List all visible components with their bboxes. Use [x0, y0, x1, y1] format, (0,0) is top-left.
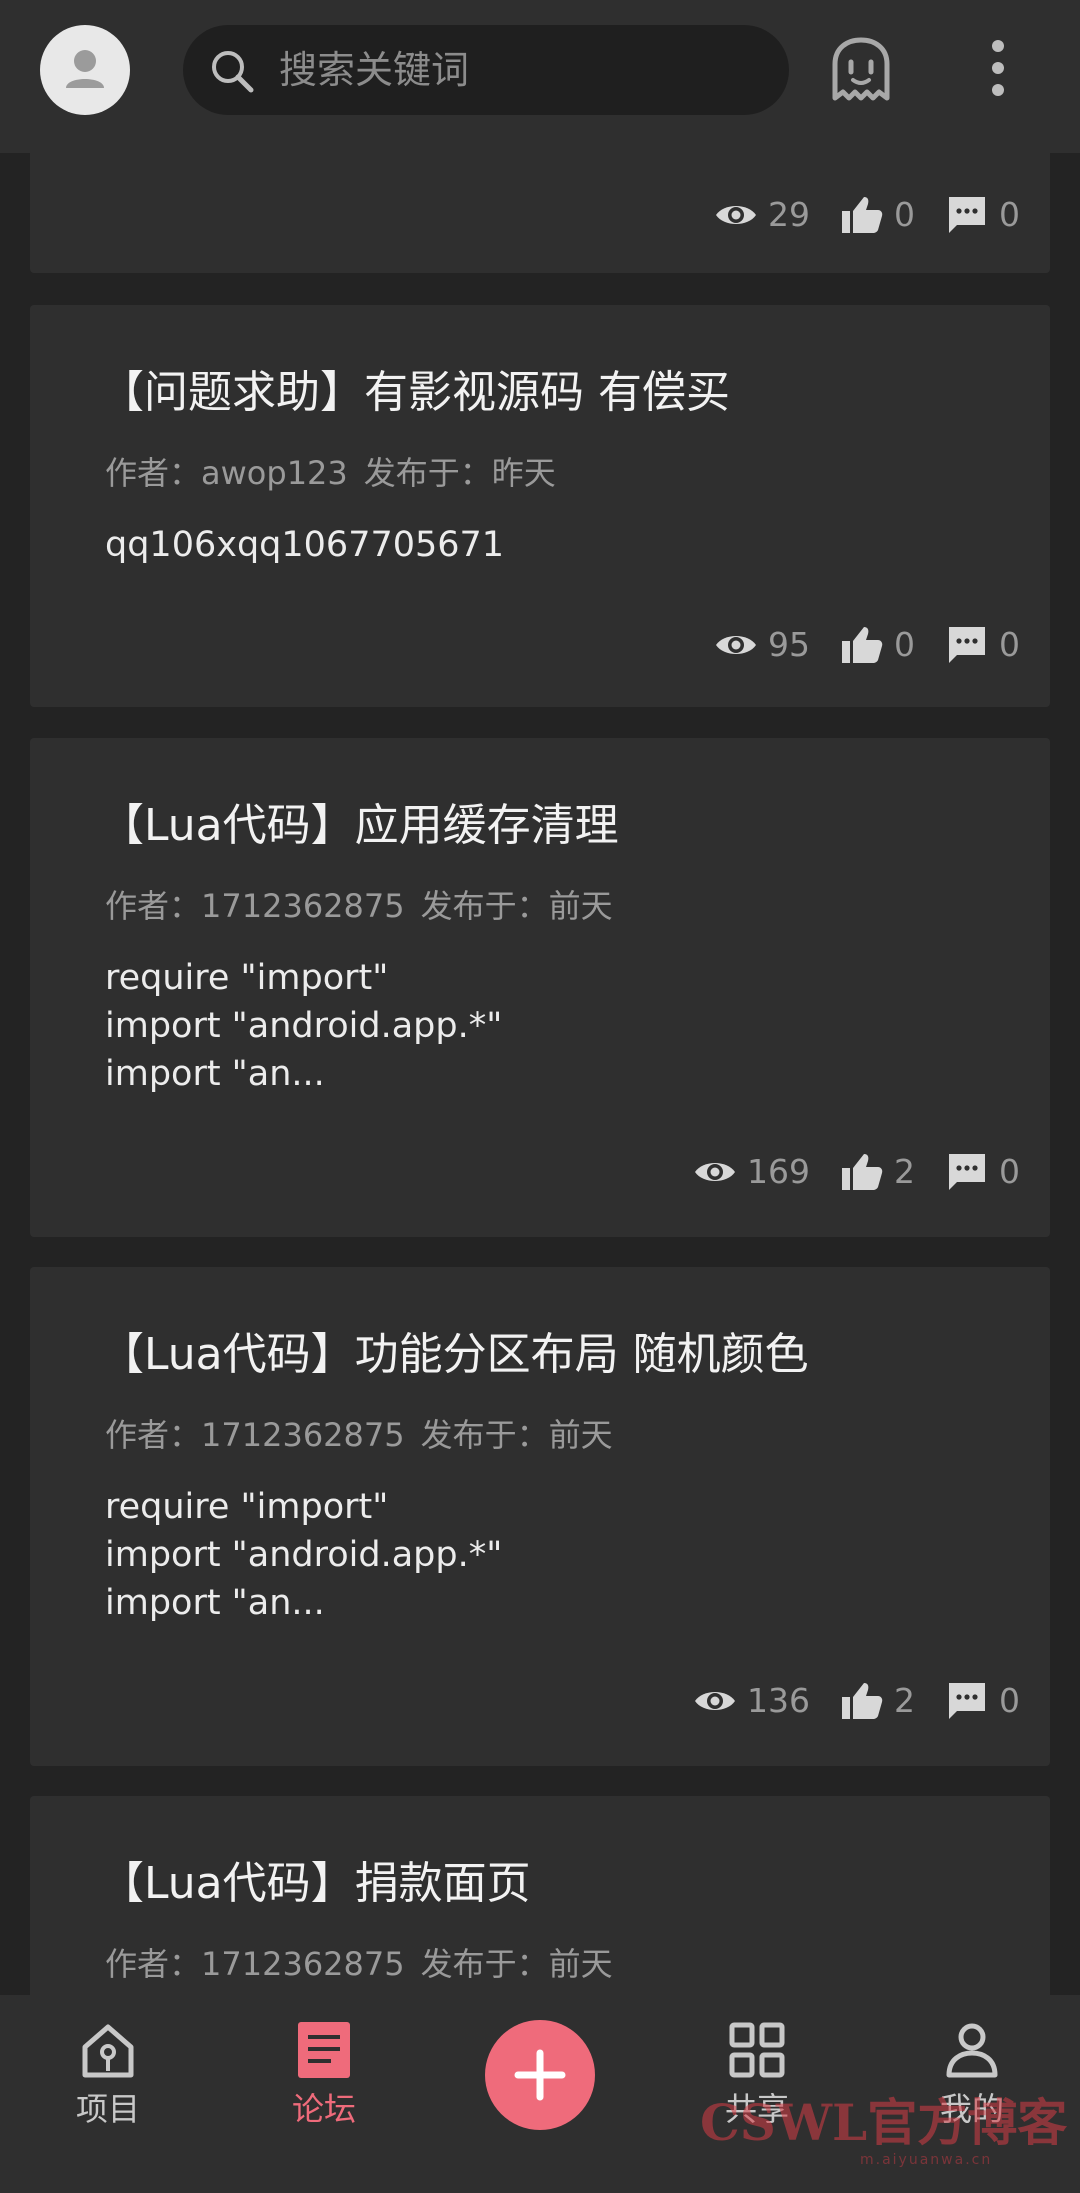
comments-count: 0	[999, 625, 1020, 664]
post-meta: 作者：1712362875 发布于：前天	[105, 1944, 613, 1984]
eye-icon	[716, 206, 756, 224]
post-author: 1712362875	[201, 1945, 405, 1983]
author-label: 作者：	[105, 887, 202, 925]
comment-icon	[949, 1683, 985, 1719]
likes-stat[interactable]: 2	[840, 1679, 915, 1723]
views-count: 169	[747, 1152, 810, 1191]
profile-icon	[946, 2023, 998, 2078]
post-date: 前天	[548, 1945, 613, 1983]
likes-count: 0	[894, 195, 915, 234]
eye-icon	[716, 636, 756, 654]
views-count: 29	[768, 195, 810, 234]
likes-stat[interactable]: 0	[840, 623, 915, 667]
search-icon	[212, 51, 254, 93]
plus-icon	[514, 2049, 566, 2101]
date-label: 发布于：	[420, 1416, 549, 1454]
post-stats: 169 2 0	[663, 1148, 1020, 1196]
post-card[interactable]: 29 0 0	[30, 153, 1050, 273]
thumb-up-icon	[842, 197, 883, 233]
post-card[interactable]: 【Lua代码】功能分区布局 随机颜色 作者：1712362875 发布于：前天 r…	[30, 1267, 1050, 1766]
post-stats: 95 0 0	[684, 621, 1020, 669]
comment-icon	[949, 1154, 985, 1190]
views-stat: 136	[693, 1679, 810, 1723]
ghost-icon[interactable]	[829, 36, 893, 102]
top-bar: 搜索关键词	[0, 0, 1080, 153]
post-date: 前天	[548, 887, 613, 925]
comments-stat[interactable]: 0	[945, 1679, 1020, 1723]
author-label: 作者：	[105, 1945, 202, 1983]
likes-stat[interactable]: 0	[840, 193, 915, 237]
post-excerpt: require "import" import "android.app.*" …	[105, 958, 503, 1094]
date-label: 发布于：	[420, 1945, 549, 1983]
likes-count: 0	[894, 625, 915, 664]
likes-stat[interactable]: 2	[840, 1150, 915, 1194]
thumb-up-icon	[842, 1154, 883, 1190]
watermark: CSWL官方博客	[700, 2093, 1068, 2152]
comment-icon	[949, 627, 985, 663]
post-title: 【Lua代码】应用缓存清理	[100, 800, 619, 851]
post-card[interactable]: 【问题求助】有影视源码 有偿买 作者：awop123 发布于：昨天 qq106xq…	[30, 305, 1050, 707]
avatar[interactable]	[40, 25, 130, 115]
likes-count: 2	[894, 1681, 915, 1720]
comment-icon	[949, 197, 985, 233]
post-excerpt: qq106xqq1067705671	[105, 525, 505, 565]
date-label: 发布于：	[420, 887, 549, 925]
user-icon	[66, 50, 104, 88]
post-title: 【问题求助】有影视源码 有偿买	[100, 367, 730, 418]
watermark-url: m.aiyuanwa.cn	[860, 2152, 993, 2168]
post-author: 1712362875	[201, 1416, 405, 1454]
views-stat: 95	[714, 623, 810, 667]
post-date: 昨天	[491, 454, 556, 492]
home-icon	[82, 2024, 134, 2078]
post-card[interactable]: 【Lua代码】应用缓存清理 作者：1712362875 发布于：前天 requir…	[30, 738, 1050, 1237]
post-title: 【Lua代码】捐款面页	[100, 1858, 531, 1909]
eye-icon	[695, 1163, 735, 1181]
comments-count: 0	[999, 1152, 1020, 1191]
nav-label: 项目	[75, 2090, 140, 2128]
post-author: 1712362875	[201, 887, 405, 925]
eye-icon	[695, 1692, 735, 1710]
post-date: 前天	[548, 1416, 613, 1454]
thumb-up-icon	[842, 627, 883, 663]
author-label: 作者：	[105, 454, 202, 492]
post-excerpt: require "import" import "android.app.*" …	[105, 1487, 503, 1623]
date-label: 发布于：	[363, 454, 492, 492]
add-post-button[interactable]	[485, 2020, 595, 2130]
post-author: awop123	[201, 454, 348, 492]
grid-icon	[729, 2022, 785, 2078]
comments-count: 0	[999, 195, 1020, 234]
thumb-up-icon	[842, 1683, 883, 1719]
search-bar[interactable]: 搜索关键词	[183, 25, 789, 115]
post-meta: 作者：awop123 发布于：昨天	[105, 453, 556, 493]
search-placeholder: 搜索关键词	[279, 48, 470, 92]
author-label: 作者：	[105, 1416, 202, 1454]
more-vert-icon[interactable]	[978, 38, 1018, 98]
views-count: 136	[747, 1681, 810, 1720]
comments-stat[interactable]: 0	[945, 1150, 1020, 1194]
post-stats: 136 2 0	[663, 1677, 1020, 1725]
post-card[interactable]: 【Lua代码】捐款面页 作者：1712362875 发布于：前天	[30, 1796, 1050, 1995]
nav-item-projects[interactable]: 项目	[28, 2019, 188, 2179]
views-stat: 29	[714, 193, 810, 237]
nav-label: 论坛	[291, 2090, 356, 2128]
likes-count: 2	[894, 1152, 915, 1191]
post-meta: 作者：1712362875 发布于：前天	[105, 886, 613, 926]
post-meta: 作者：1712362875 发布于：前天	[105, 1415, 613, 1455]
comments-stat[interactable]: 0	[945, 193, 1020, 237]
views-stat: 169	[693, 1150, 810, 1194]
forum-icon	[298, 2022, 350, 2078]
post-stats: 29 0 0	[684, 191, 1020, 239]
post-title: 【Lua代码】功能分区布局 随机颜色	[100, 1329, 809, 1380]
post-feed[interactable]: 29 0 0 【问题求助】有影视源码 有偿买 作者：awop123 发布于：昨天 …	[0, 153, 1080, 1995]
comments-stat[interactable]: 0	[945, 623, 1020, 667]
nav-item-forum[interactable]: 论坛	[244, 2019, 404, 2179]
comments-count: 0	[999, 1681, 1020, 1720]
views-count: 95	[768, 625, 810, 664]
